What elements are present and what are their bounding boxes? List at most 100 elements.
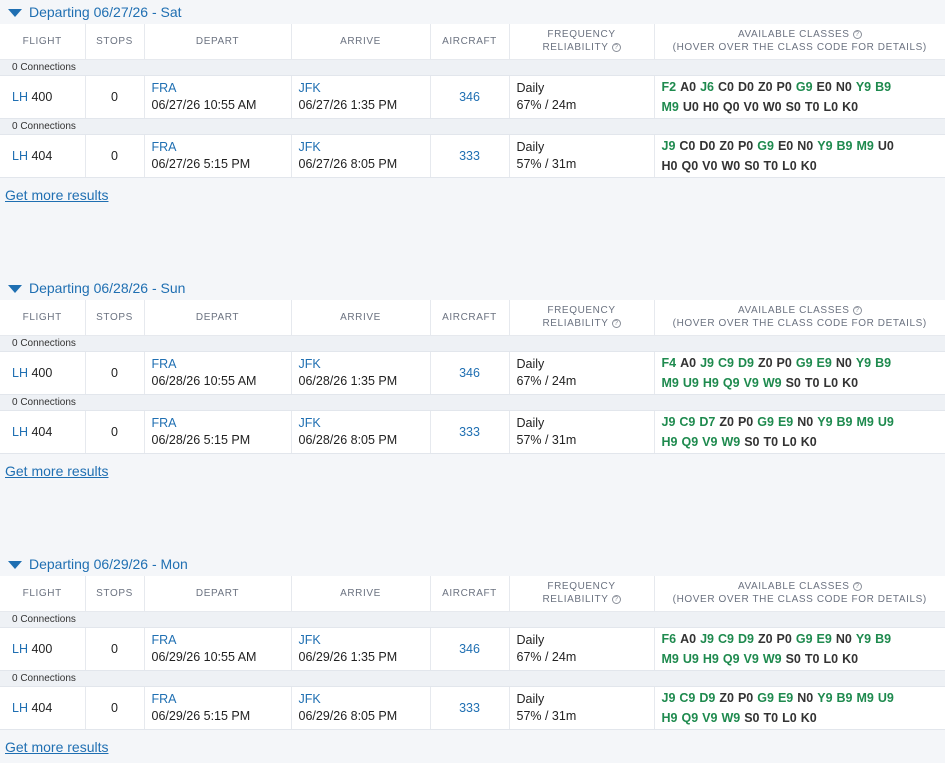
arrive-airport-link[interactable]: JFK xyxy=(299,81,321,95)
classes-help-icon[interactable]: ? xyxy=(852,306,862,316)
class-code[interactable]: G9 xyxy=(796,632,813,646)
class-code[interactable]: W9 xyxy=(763,652,782,666)
class-code[interactable]: E9 xyxy=(778,415,793,429)
class-code[interactable]: E9 xyxy=(817,356,832,370)
class-code[interactable]: N0 xyxy=(836,356,852,370)
class-code[interactable]: V0 xyxy=(702,159,717,173)
class-code[interactable]: B9 xyxy=(875,356,891,370)
class-code[interactable]: G9 xyxy=(796,80,813,94)
class-code[interactable]: E0 xyxy=(817,80,832,94)
class-code[interactable]: B9 xyxy=(837,691,853,705)
class-code[interactable]: K0 xyxy=(842,376,858,390)
class-code[interactable]: E9 xyxy=(778,691,793,705)
class-code[interactable]: T0 xyxy=(764,435,779,449)
class-code[interactable]: F2 xyxy=(662,80,677,94)
class-code[interactable]: J6 xyxy=(700,80,714,94)
class-code[interactable]: F6 xyxy=(662,632,677,646)
get-more-results-link[interactable]: Get more results xyxy=(5,187,108,203)
class-code[interactable]: L0 xyxy=(823,376,838,390)
class-code[interactable]: N0 xyxy=(797,415,813,429)
class-code[interactable]: C9 xyxy=(679,691,695,705)
class-code[interactable]: W9 xyxy=(763,376,782,390)
class-code[interactable]: U0 xyxy=(683,100,699,114)
class-code[interactable]: G9 xyxy=(757,691,774,705)
class-code[interactable]: Y9 xyxy=(856,356,871,370)
class-code[interactable]: M9 xyxy=(662,100,679,114)
collapse-triangle-icon[interactable] xyxy=(8,560,22,569)
class-code[interactable]: U0 xyxy=(878,139,894,153)
class-code[interactable]: D0 xyxy=(738,80,754,94)
class-code[interactable]: U9 xyxy=(683,652,699,666)
class-code[interactable]: T0 xyxy=(805,652,820,666)
reliability-help-icon[interactable]: ? xyxy=(611,43,621,53)
class-code[interactable]: D9 xyxy=(699,691,715,705)
class-code[interactable]: L0 xyxy=(782,435,797,449)
class-code[interactable]: V9 xyxy=(702,711,717,725)
reliability-help-icon[interactable]: ? xyxy=(611,319,621,329)
class-code[interactable]: V0 xyxy=(744,100,759,114)
class-code[interactable]: C0 xyxy=(679,139,695,153)
class-code[interactable]: H9 xyxy=(662,711,678,725)
depart-airport-link[interactable]: FRA xyxy=(152,416,177,430)
class-code[interactable]: K0 xyxy=(842,100,858,114)
class-code[interactable]: J9 xyxy=(700,632,714,646)
depart-airport-link[interactable]: FRA xyxy=(152,140,177,154)
class-code[interactable]: D9 xyxy=(738,356,754,370)
class-code[interactable]: Q9 xyxy=(681,711,698,725)
class-code[interactable]: C9 xyxy=(718,356,734,370)
class-code[interactable]: C0 xyxy=(718,80,734,94)
class-code[interactable]: B9 xyxy=(875,632,891,646)
class-code[interactable]: S0 xyxy=(744,435,759,449)
class-code[interactable]: S0 xyxy=(744,711,759,725)
class-code[interactable]: N0 xyxy=(836,632,852,646)
class-code[interactable]: P0 xyxy=(777,80,792,94)
class-code[interactable]: K0 xyxy=(842,652,858,666)
class-code[interactable]: D9 xyxy=(738,632,754,646)
class-code[interactable]: Y9 xyxy=(856,632,871,646)
arrive-airport-link[interactable]: JFK xyxy=(299,416,321,430)
class-code[interactable]: L0 xyxy=(782,711,797,725)
class-code[interactable]: P0 xyxy=(738,139,753,153)
get-more-results-link[interactable]: Get more results xyxy=(5,739,108,755)
depart-airport-link[interactable]: FRA xyxy=(152,81,177,95)
class-code[interactable]: J9 xyxy=(662,415,676,429)
class-code[interactable]: T0 xyxy=(764,711,779,725)
class-code[interactable]: M9 xyxy=(857,415,874,429)
class-code[interactable]: A0 xyxy=(680,80,696,94)
class-code[interactable]: D0 xyxy=(699,139,715,153)
airline-code-link[interactable]: LH xyxy=(12,701,28,715)
class-code[interactable]: S0 xyxy=(744,159,759,173)
class-code[interactable]: W9 xyxy=(721,711,740,725)
class-code[interactable]: S0 xyxy=(786,100,801,114)
airline-code-link[interactable]: LH xyxy=(12,149,28,163)
class-code[interactable]: K0 xyxy=(801,159,817,173)
class-code[interactable]: A0 xyxy=(680,632,696,646)
class-code[interactable]: H9 xyxy=(662,435,678,449)
class-code[interactable]: Q9 xyxy=(681,435,698,449)
class-code[interactable]: A0 xyxy=(680,356,696,370)
class-code[interactable]: H9 xyxy=(703,376,719,390)
class-code[interactable]: J9 xyxy=(662,139,676,153)
reliability-help-icon[interactable]: ? xyxy=(611,595,621,605)
day-header-toggle[interactable]: Departing 06/28/26 - Sun xyxy=(0,276,945,300)
day-header-toggle[interactable]: Departing 06/27/26 - Sat xyxy=(0,0,945,24)
class-code[interactable]: T0 xyxy=(805,100,820,114)
class-code[interactable]: B9 xyxy=(875,80,891,94)
class-code[interactable]: Y9 xyxy=(817,139,832,153)
class-code[interactable]: N0 xyxy=(797,691,813,705)
class-code[interactable]: B9 xyxy=(837,139,853,153)
class-code[interactable]: J9 xyxy=(700,356,714,370)
class-code[interactable]: F4 xyxy=(662,356,677,370)
class-code[interactable]: U9 xyxy=(683,376,699,390)
arrive-airport-link[interactable]: JFK xyxy=(299,357,321,371)
class-code[interactable]: E9 xyxy=(817,632,832,646)
class-code[interactable]: L0 xyxy=(782,159,797,173)
class-code[interactable]: Y9 xyxy=(856,80,871,94)
class-code[interactable]: Z0 xyxy=(719,415,734,429)
class-code[interactable]: U9 xyxy=(878,415,894,429)
class-code[interactable]: B9 xyxy=(837,415,853,429)
airline-code-link[interactable]: LH xyxy=(12,366,28,380)
classes-help-icon[interactable]: ? xyxy=(852,582,862,592)
class-code[interactable]: W0 xyxy=(721,159,740,173)
class-code[interactable]: H0 xyxy=(662,159,678,173)
